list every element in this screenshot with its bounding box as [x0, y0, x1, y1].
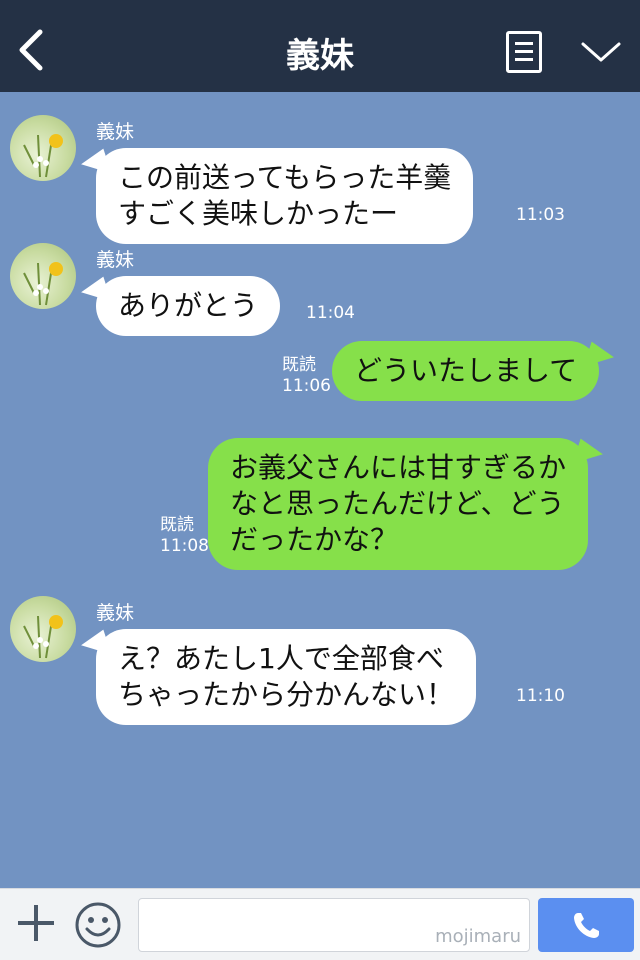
message-bubble-incoming[interactable]: え？あたし1人で全部食べ ちゃったから分かんない！	[96, 629, 477, 725]
message-time: 11:08	[160, 536, 209, 556]
message-text: ありがとう	[118, 289, 259, 322]
message-text: お義父さんには甘すぎるか	[230, 451, 567, 484]
chat-title: 義妹	[286, 36, 354, 76]
message-text: ちゃったから分かんない！	[118, 678, 455, 711]
avatar[interactable]	[10, 243, 76, 309]
message-time: 11:04	[306, 303, 355, 323]
plus-icon[interactable]	[16, 903, 56, 943]
phone-icon	[574, 913, 599, 938]
message-bubble-incoming[interactable]: この前送ってもらった羊羹 すごく美味しかったー	[96, 148, 474, 244]
message-bubble-outgoing[interactable]: どういたしまして	[332, 341, 600, 401]
sender-name: 義妹	[96, 249, 135, 271]
message-meta: 既読 11:08	[160, 515, 209, 557]
avatar[interactable]	[10, 115, 76, 181]
message-meta: 既読 11:06	[282, 355, 331, 397]
read-receipt: 既読	[160, 515, 194, 535]
input-bar: mojimaru	[0, 888, 640, 960]
message-text: なと思ったんだけど、どう	[230, 487, 565, 520]
watermark: mojimaru	[435, 926, 521, 947]
sender-name: 義妹	[96, 602, 135, 624]
message-text: この前送ってもらった羊羹	[118, 161, 452, 194]
smiley-icon[interactable]	[74, 901, 122, 949]
message-text: どういたしまして	[354, 354, 578, 387]
message-bubble-incoming[interactable]: ありがとう	[96, 276, 281, 336]
message-text: だったかな？	[230, 523, 399, 556]
chat-header: 義妹	[0, 0, 640, 92]
message-time: 11:03	[516, 205, 565, 225]
avatar[interactable]	[10, 596, 76, 662]
message-text: すごく美味しかったー	[118, 197, 399, 230]
message-time: 11:10	[516, 686, 565, 706]
message-bubble-outgoing[interactable]: お義父さんには甘すぎるか なと思ったんだけど、どう だったかな？	[208, 438, 589, 570]
chevron-down-icon[interactable]	[580, 38, 622, 66]
message-input[interactable]: mojimaru	[138, 898, 530, 952]
message-time: 11:06	[282, 376, 331, 396]
call-button[interactable]	[538, 898, 634, 952]
read-receipt: 既読	[282, 355, 316, 375]
message-text: え？あたし1人で全部食べ	[118, 642, 444, 675]
message-list[interactable]: 義妹 この前送ってもらった羊羹 すごく美味しかったー 11:03 義妹 ありがと…	[0, 92, 640, 888]
sender-name: 義妹	[96, 121, 135, 143]
note-icon[interactable]	[506, 31, 542, 73]
